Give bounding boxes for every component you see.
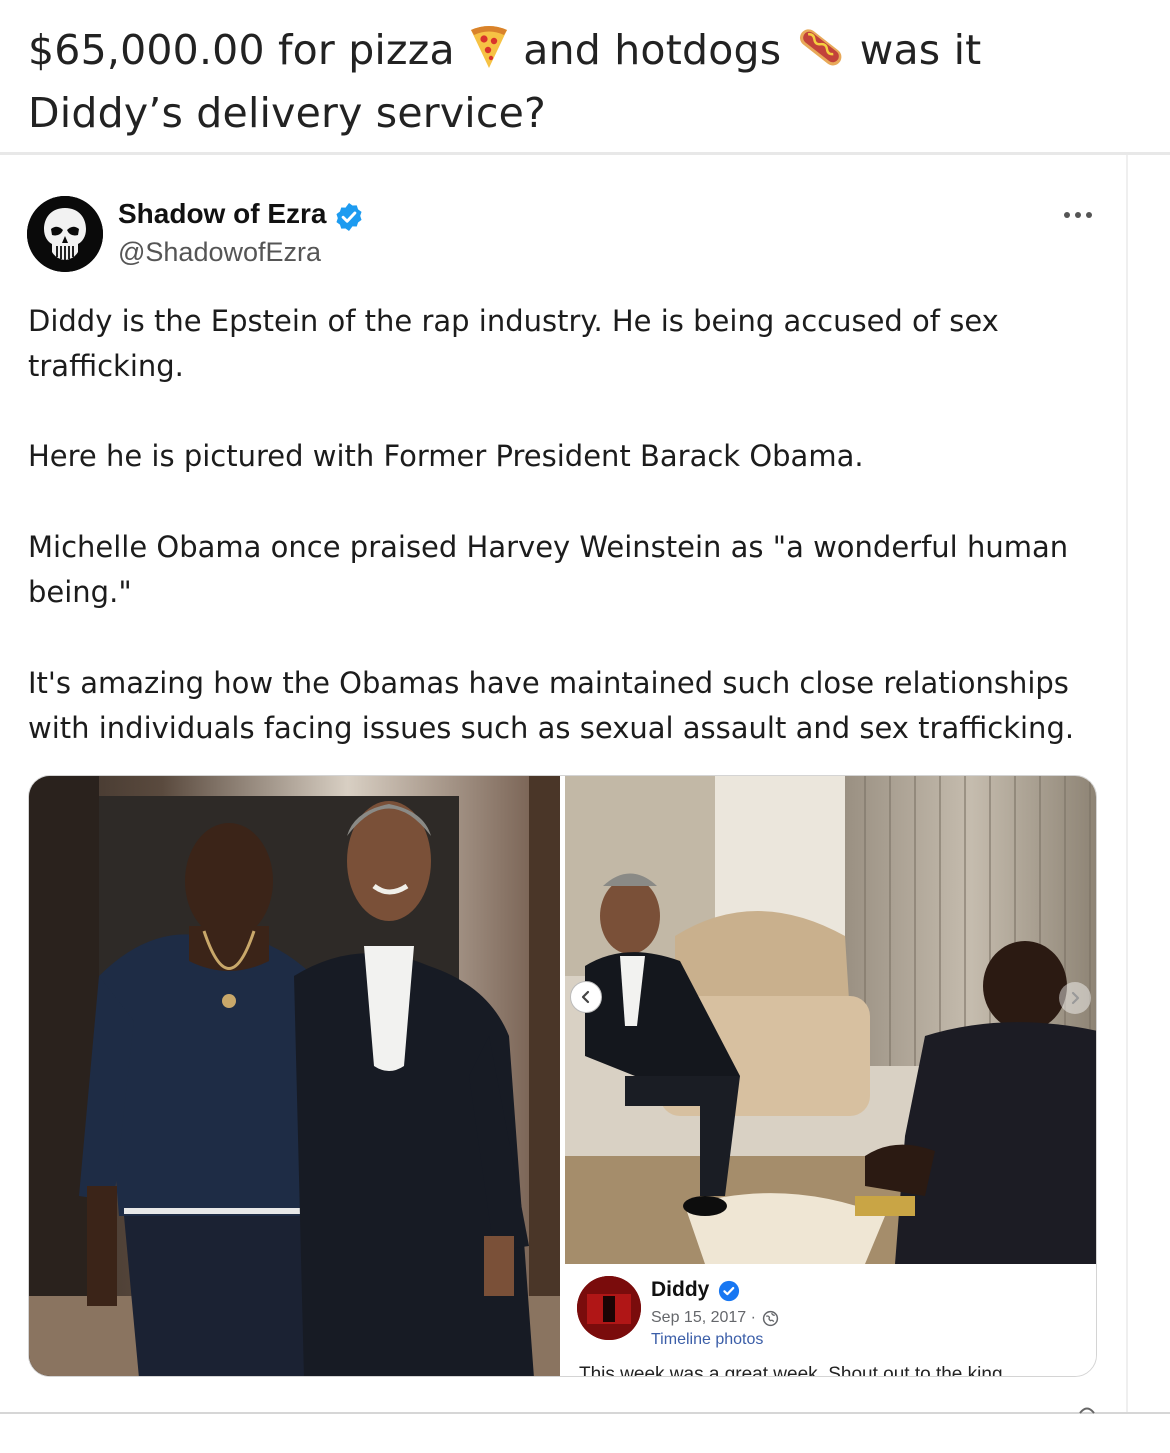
tweet-paragraph-2: Here he is pictured with Former Presiden…: [28, 439, 864, 473]
author-handle[interactable]: @ShadowofEzra: [118, 237, 321, 268]
post-title: $65,000.00 for pizza and hotdogs was it …: [28, 22, 1138, 142]
hotdog-emoji: [795, 24, 847, 85]
photo-diddy-obama-seated[interactable]: [565, 776, 1097, 1264]
tweet-paragraph-3: Michelle Obama once praised Harvey Weins…: [28, 530, 1069, 609]
more-options-icon[interactable]: [1062, 207, 1094, 223]
facebook-post-date[interactable]: Sep 15, 2017 ·: [651, 1309, 756, 1327]
title-divider: [0, 152, 1170, 155]
facebook-avatar[interactable]: [577, 1276, 641, 1340]
facebook-caption: This week was a great week. Shout out to…: [579, 1364, 1003, 1377]
photo-diddy-obama-standing[interactable]: [29, 776, 560, 1377]
chevron-left-icon: [581, 990, 590, 1004]
pizza-emoji: [468, 24, 510, 85]
chevron-up-icon: [1079, 1407, 1095, 1414]
tweet-paragraph-4: It's amazing how the Obamas have maintai…: [28, 666, 1075, 745]
globe-icon: [762, 1310, 779, 1327]
author-name[interactable]: Shadow of Ezra: [118, 198, 326, 230]
verified-badge-icon: [336, 203, 362, 231]
post-title-text-1: $65,000.00 for pizza: [28, 26, 455, 74]
bottom-divider: [0, 1412, 1170, 1414]
facebook-album-link[interactable]: Timeline photos: [651, 1331, 763, 1349]
chevron-right-icon: [1071, 991, 1080, 1005]
verified-badge-icon: [718, 1280, 740, 1302]
post-title-text-2: and hotdogs: [523, 26, 782, 74]
carousel-next-button[interactable]: [1059, 982, 1091, 1014]
facebook-post-card: Diddy Sep 15, 2017 · Timeline photos Thi…: [565, 1264, 1096, 1377]
carousel-previous-button[interactable]: [570, 981, 602, 1013]
tweet-paragraph-1: Diddy is the Epstein of the rap industry…: [28, 304, 999, 383]
tweet-media[interactable]: Diddy Sep 15, 2017 · Timeline photos Thi…: [28, 775, 1097, 1377]
author-avatar[interactable]: [27, 196, 103, 272]
facebook-author-name[interactable]: Diddy: [651, 1278, 709, 1302]
embed-border: [1126, 155, 1128, 1413]
